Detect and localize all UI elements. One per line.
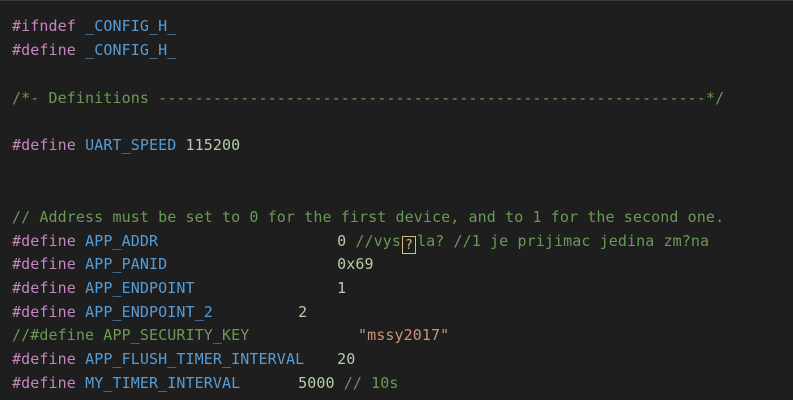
preprocessor-directive: #define: [12, 350, 76, 368]
code-line-16[interactable]: #define MY_TIMER_INTERVAL 5000 // 10s: [12, 372, 399, 394]
macro-name: APP_ENDPOINT: [85, 279, 195, 297]
code-line-11[interactable]: #define APP_PANID 0x69: [12, 253, 374, 275]
code-line-15[interactable]: #define APP_FLUSH_TIMER_INTERVAL 20: [12, 348, 355, 370]
security-key-string: "mssy2017": [358, 326, 450, 344]
code-line-14[interactable]: //#define APP_SECURITY_KEY "mssy2017": [12, 324, 449, 346]
code-line-9[interactable]: // Address must be set to 0 for the firs…: [12, 206, 724, 228]
preprocessor-directive: #define: [12, 255, 76, 273]
address-comment: // Address must be set to 0 for the firs…: [12, 208, 725, 226]
commented-define: //#define APP_SECURITY_KEY: [12, 326, 250, 344]
macro-name: _CONFIG_H_: [85, 41, 177, 59]
macro-value: 0: [337, 232, 347, 250]
macro-name: APP_ENDPOINT_2: [85, 303, 213, 321]
macro-value: 0x69: [337, 255, 374, 273]
preprocessor-directive: #define: [12, 232, 76, 250]
code-line-1[interactable]: #ifndef _CONFIG_H_: [12, 15, 176, 37]
macro-name: APP_PANID: [85, 255, 168, 273]
macro-value: 115200: [185, 136, 241, 154]
preprocessor-directive: #define: [12, 374, 76, 392]
inline-comment-start: //vys: [355, 232, 401, 250]
code-line-13[interactable]: #define APP_ENDPOINT_2 2: [12, 301, 307, 323]
inline-comment-end: la? //1 je prijimac jedina zm?na: [417, 232, 710, 250]
preprocessor-directive: #define: [12, 41, 76, 59]
code-line-6[interactable]: #define UART_SPEED 115200: [12, 134, 240, 156]
code-line-2[interactable]: #define _CONFIG_H_: [12, 39, 176, 61]
code-editor[interactable]: #ifndef _CONFIG_H_ #define _CONFIG_H_ /*…: [0, 0, 793, 400]
macro-name: APP_ADDR: [85, 232, 159, 250]
section-comment: /*- Definitions ------------------------…: [12, 89, 725, 107]
preprocessor-directive: #define: [12, 279, 76, 297]
macro-name: _CONFIG_H_: [85, 17, 177, 35]
code-line-4[interactable]: /*- Definitions ------------------------…: [12, 87, 724, 109]
macro-name: UART_SPEED: [85, 136, 177, 154]
code-line-10[interactable]: #define APP_ADDR 0 //vys? la? //1 je priji…: [12, 230, 710, 254]
macro-value: 2: [298, 303, 308, 321]
inline-comment: // 10s: [343, 374, 399, 392]
macro-value: 5000: [298, 374, 335, 392]
preprocessor-directive: #define: [12, 303, 76, 321]
macro-value: 1: [337, 279, 347, 297]
code-line-12[interactable]: #define APP_ENDPOINT 1: [12, 277, 346, 299]
macro-value: 20: [337, 350, 356, 368]
macro-name: APP_FLUSH_TIMER_INTERVAL: [85, 350, 305, 368]
preprocessor-directive: #define: [12, 136, 76, 154]
macro-name: MY_TIMER_INTERVAL: [85, 374, 241, 392]
preprocessor-directive: #ifndef: [12, 17, 76, 35]
invalid-character-icon[interactable]: ?: [402, 236, 416, 254]
